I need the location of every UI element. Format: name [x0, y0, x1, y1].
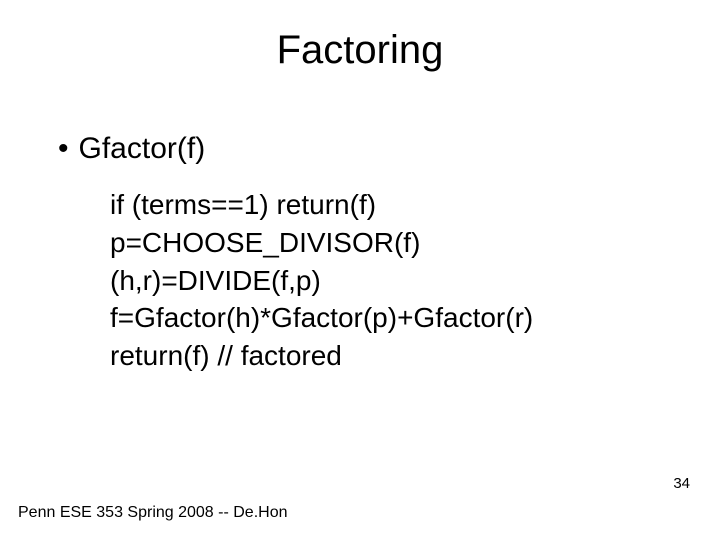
- code-line: return(f) // factored: [110, 337, 533, 375]
- bullet-marker: •: [58, 132, 69, 165]
- code-line: f=Gfactor(h)*Gfactor(p)+Gfactor(r): [110, 299, 533, 337]
- bullet-item: • Gfactor(f): [58, 132, 205, 166]
- slide: Factoring • Gfactor(f) if (terms==1) retu…: [0, 0, 720, 540]
- code-line: if (terms==1) return(f): [110, 186, 533, 224]
- code-block: if (terms==1) return(f) p=CHOOSE_DIVISOR…: [110, 186, 533, 375]
- footer-text: Penn ESE 353 Spring 2008 -- De.Hon: [18, 504, 288, 522]
- code-line: p=CHOOSE_DIVISOR(f): [110, 224, 533, 262]
- slide-title: Factoring: [0, 28, 720, 73]
- bullet-text: Gfactor(f): [79, 132, 206, 165]
- code-line: (h,r)=DIVIDE(f,p): [110, 262, 533, 300]
- page-number: 34: [673, 475, 690, 492]
